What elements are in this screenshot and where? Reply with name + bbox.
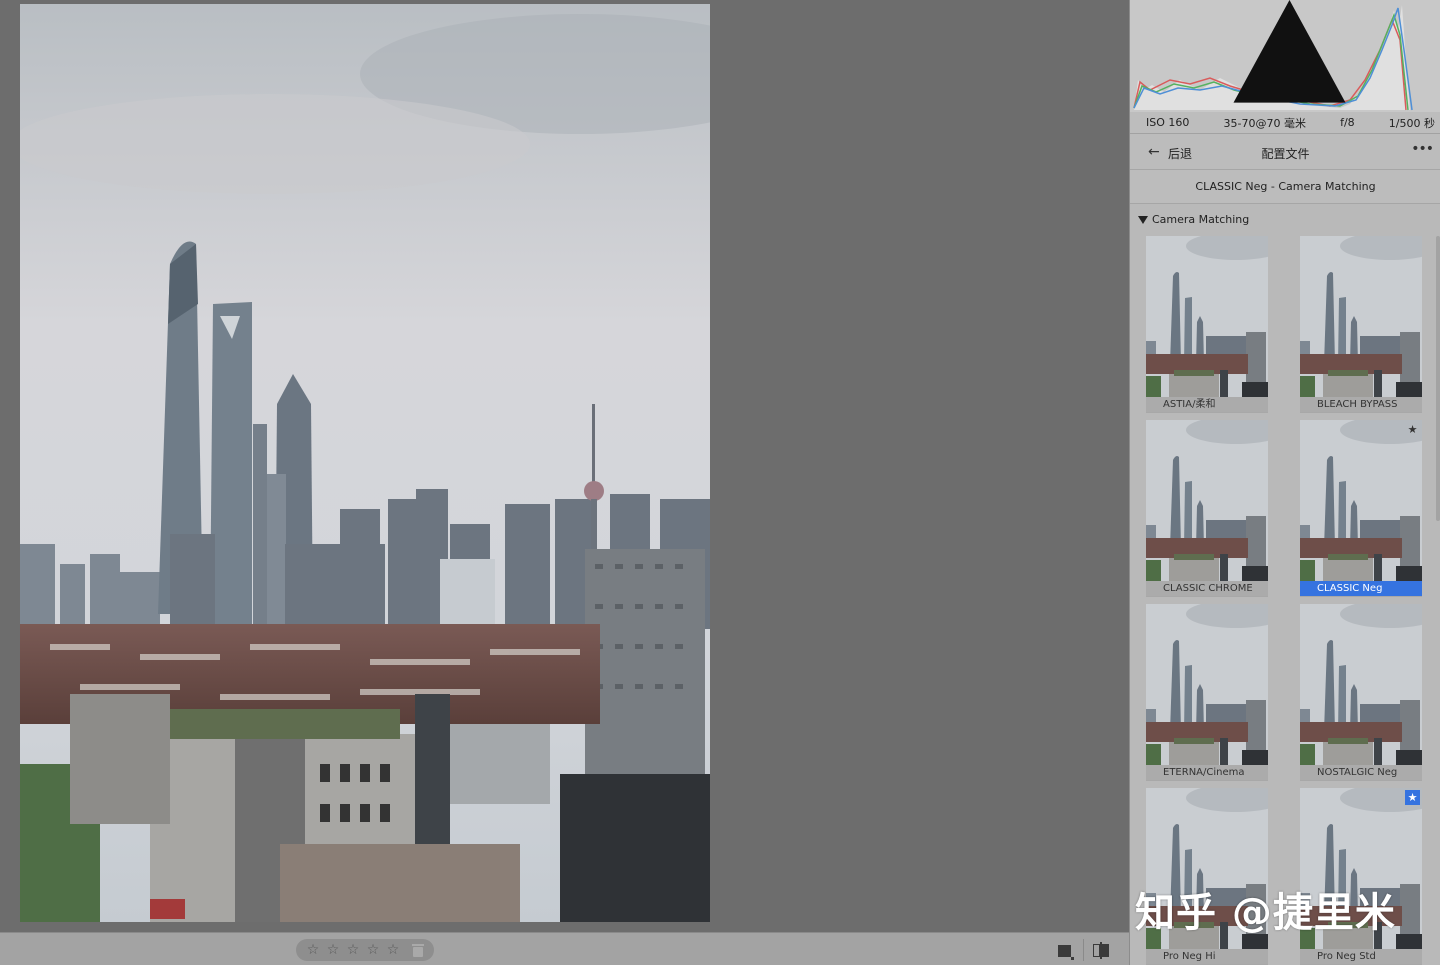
favorite-star-icon[interactable]: ★ (1405, 422, 1420, 437)
panel-scrollbar[interactable] (1436, 236, 1440, 521)
profile-thumbnail[interactable]: CLASSIC Neg ★ (1300, 420, 1422, 597)
main-photo[interactable] (20, 4, 710, 922)
profile-preview-image (1146, 236, 1268, 397)
profile-preview-image (1300, 604, 1422, 765)
profile-group-header[interactable]: Camera Matching (1130, 204, 1440, 234)
toolbar-divider (1083, 939, 1084, 961)
trash-icon[interactable] (412, 943, 424, 957)
back-arrow-icon[interactable]: ← (1148, 145, 1160, 159)
favorite-star-icon[interactable]: ★ (1405, 790, 1420, 805)
exif-shutter: 1/500 秒 (1388, 116, 1435, 130)
profile-thumbnail[interactable]: NOSTALGIC Neg (1300, 604, 1422, 781)
profile-preview-image (1300, 236, 1422, 397)
star-4-icon[interactable]: ☆ (366, 943, 380, 957)
profile-thumbnail[interactable]: Pro Neg Hi (1146, 788, 1268, 965)
profile-name: CLASSIC CHROME (1146, 581, 1268, 596)
current-profile-name: CLASSIC Neg - Camera Matching (1130, 170, 1440, 204)
back-button[interactable]: 后退 (1168, 145, 1192, 162)
shadow-clipping-icon[interactable] (1134, 0, 1440, 112)
exif-iso: ISO 160 (1146, 116, 1190, 129)
profile-name: BLEACH BYPASS (1300, 397, 1422, 412)
exif-info-bar: ISO 160 35-70@70 毫米 f/8 1/500 秒 (1130, 112, 1440, 134)
profile-thumbnail[interactable]: BLEACH BYPASS (1300, 236, 1422, 413)
star-rating[interactable]: ☆ ☆ ☆ ☆ ☆ (296, 939, 434, 961)
profile-thumbnail[interactable]: CLASSIC CHROME (1146, 420, 1268, 597)
bottom-toolbar: ☆ ☆ ☆ ☆ ☆ (0, 932, 1129, 965)
disclosure-triangle-icon[interactable] (1138, 216, 1148, 224)
profile-name: Pro Neg Std (1300, 949, 1422, 964)
profile-thumbnail[interactable]: Pro Neg Std ★ (1300, 788, 1422, 965)
watermark-text: 知乎 @捷里米 (1135, 890, 1396, 936)
photo-viewer[interactable] (0, 0, 1129, 932)
star-3-icon[interactable]: ☆ (346, 943, 360, 957)
exif-lens: 35-70@70 毫米 (1223, 116, 1306, 130)
lightroom-window: ☆ ☆ ☆ ☆ ☆ ISO 160 35-70@70 毫米 f/8 1/500 … (0, 0, 1440, 965)
profile-name: NOSTALGIC Neg (1300, 765, 1422, 780)
star-1-icon[interactable]: ☆ (306, 943, 320, 957)
profile-name: ASTIA/柔和 (1146, 397, 1268, 412)
before-after-view-icon[interactable] (1093, 942, 1109, 959)
star-5-icon[interactable]: ☆ (386, 943, 400, 957)
profile-group-label: Camera Matching (1152, 213, 1250, 226)
profile-name: ETERNA/Cinema (1146, 765, 1268, 780)
profile-preview-image (1146, 604, 1268, 765)
profile-name: Pro Neg Hi (1146, 949, 1268, 964)
single-view-icon[interactable] (1058, 945, 1074, 960)
histogram[interactable] (1130, 0, 1440, 112)
profile-preview-image (1300, 420, 1422, 581)
profile-preview-image (1146, 420, 1268, 581)
exif-aperture: f/8 (1340, 116, 1355, 129)
star-2-icon[interactable]: ☆ (326, 943, 340, 957)
profile-thumbnail[interactable]: ASTIA/柔和 (1146, 236, 1268, 413)
shanghai-skyline-photo (20, 4, 710, 922)
profile-name: CLASSIC Neg (1300, 581, 1422, 596)
profile-thumbnail[interactable]: ETERNA/Cinema (1146, 604, 1268, 781)
right-panel: ISO 160 35-70@70 毫米 f/8 1/500 秒 配置文件 ← 后… (1129, 0, 1440, 965)
profile-browser-header: 配置文件 ← 后退 ••• (1130, 134, 1440, 170)
more-icon[interactable]: ••• (1411, 141, 1434, 157)
